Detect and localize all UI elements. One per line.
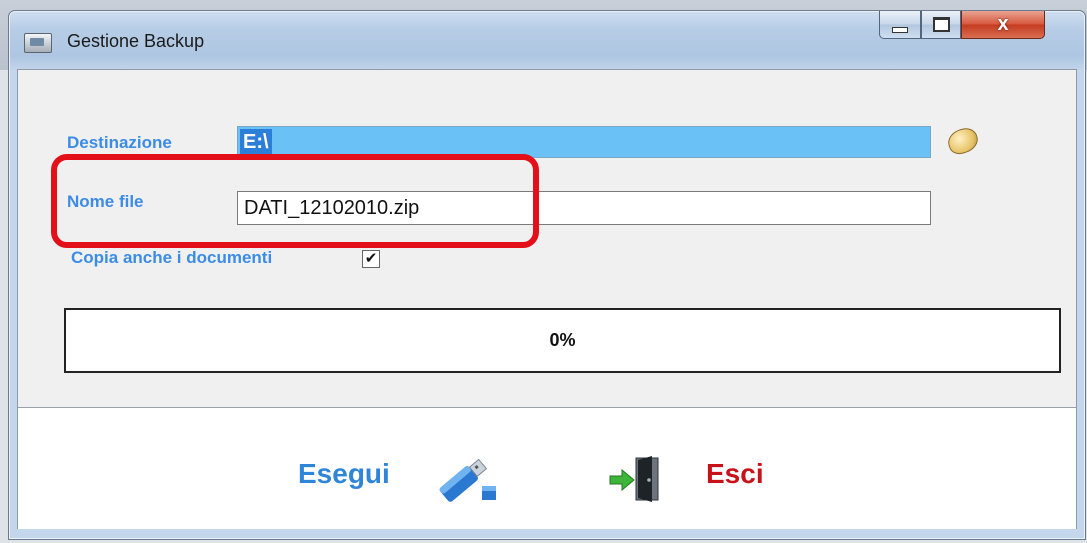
footer: Esegui Esci	[18, 407, 1076, 529]
maximize-icon	[932, 17, 950, 32]
run-label: Esegui	[298, 458, 390, 489]
folder-icon[interactable]	[945, 124, 981, 158]
exit-button[interactable]: Esci	[608, 454, 788, 504]
window-client-area: Destinazione E:\ Nome file DATI_12102010…	[17, 69, 1077, 529]
minimize-icon	[892, 26, 908, 33]
app-icon	[24, 33, 52, 53]
exit-label: Esci	[706, 458, 764, 489]
progress-bar: 0%	[64, 308, 1061, 373]
copy-documents-checkbox[interactable]: ✔	[362, 250, 380, 268]
run-button[interactable]: Esegui	[298, 454, 518, 504]
destination-value: E:\	[240, 129, 272, 155]
close-button[interactable]: x	[961, 11, 1045, 39]
maximize-button[interactable]	[921, 11, 961, 39]
usb-drive-icon	[439, 458, 496, 502]
filename-highlight	[51, 154, 539, 248]
exit-door-icon	[609, 456, 659, 502]
progress-text: 0%	[549, 330, 576, 350]
title-bar[interactable]: Gestione Backup x	[9, 11, 1085, 69]
backup-window: Gestione Backup x Destinazione E:\ Nome …	[8, 10, 1086, 540]
close-icon: x	[997, 13, 1009, 35]
minimize-button[interactable]	[879, 11, 921, 39]
window-title: Gestione Backup	[67, 31, 205, 51]
destination-label: Destinazione	[67, 133, 172, 152]
copy-documents-label: Copia anche i documenti	[71, 248, 273, 267]
